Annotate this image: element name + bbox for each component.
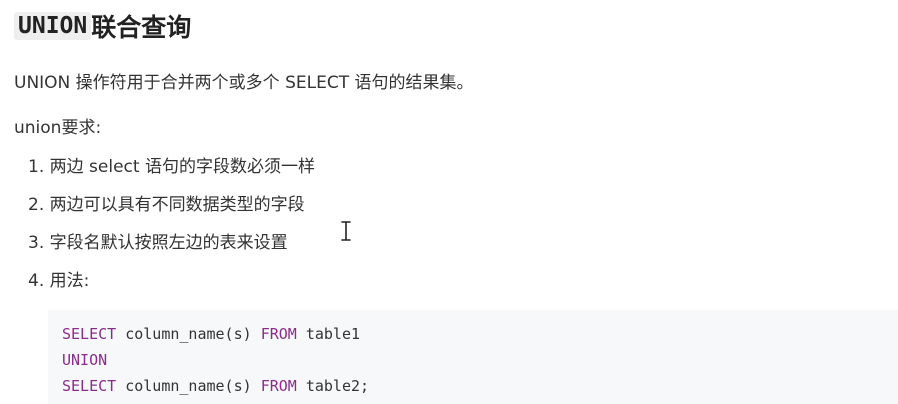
title-code: UNION	[14, 12, 92, 40]
title-text: 联合查询	[91, 13, 192, 42]
list-item: 3. 字段名默认按照左边的表来设置	[28, 233, 288, 253]
document-page: UNION 联合查询 UNION 操作符用于合并两个或多个 SELECT 语句的…	[0, 0, 898, 404]
requirements-label: union要求:	[14, 118, 102, 138]
intro-paragraph: UNION 操作符用于合并两个或多个 SELECT 语句的结果集。	[14, 73, 474, 93]
list-item: 4. 用法:	[28, 271, 90, 291]
code-text: table2;	[296, 377, 370, 395]
code-line: UNION	[62, 347, 898, 373]
code-text: column_name(s)	[116, 325, 261, 343]
code-keyword: SELECT	[62, 377, 117, 395]
code-line: SELECT column_name(s) FROM table2;	[62, 373, 898, 399]
list-item: 2. 两边可以具有不同数据类型的字段	[28, 195, 305, 215]
code-block: SELECT column_name(s) FROM table1 UNION …	[48, 310, 898, 404]
code-keyword: UNION	[62, 351, 108, 369]
code-text: table1	[296, 325, 361, 343]
code-keyword: FROM	[260, 377, 297, 395]
code-line: SELECT column_name(s) FROM table1	[62, 321, 898, 347]
text-cursor-icon	[341, 221, 351, 241]
code-keyword: FROM	[260, 325, 297, 343]
requirements-list: 1. 两边 select 语句的字段数必须一样 2. 两边可以具有不同数据类型的…	[28, 154, 315, 306]
code-keyword: SELECT	[62, 325, 117, 343]
code-text: column_name(s)	[116, 377, 261, 395]
list-item: 1. 两边 select 语句的字段数必须一样	[28, 157, 315, 177]
page-title: UNION 联合查询	[14, 6, 191, 46]
